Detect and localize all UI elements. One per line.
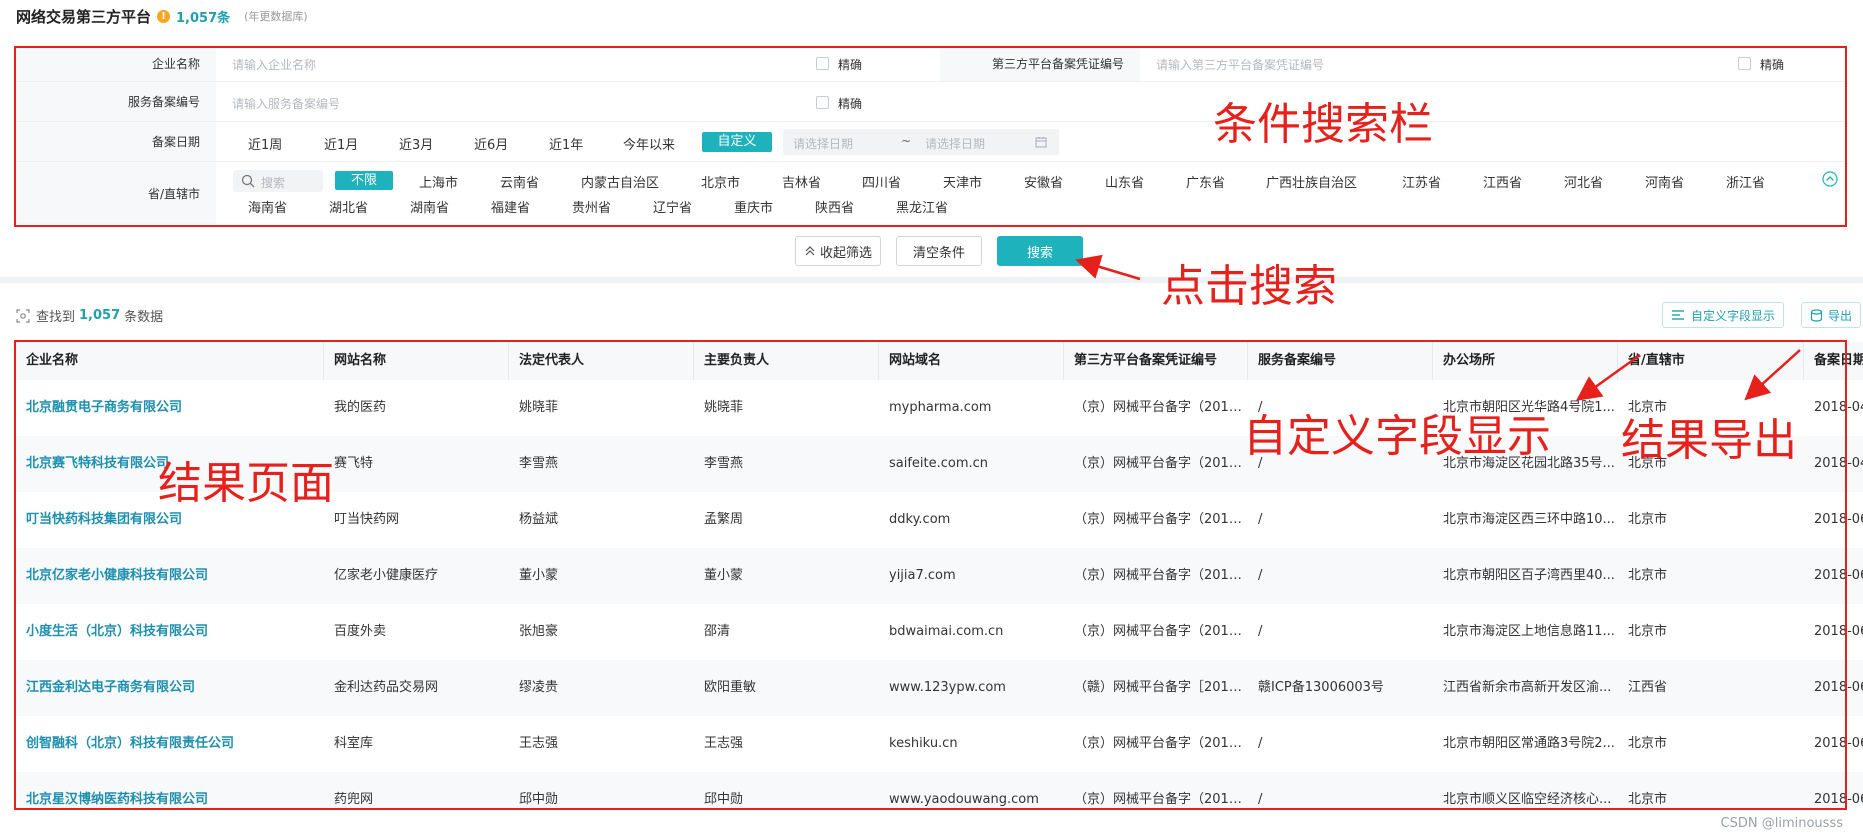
arrow-to-search (1075, 254, 1141, 281)
watermark: CSDN @liminousss (1720, 816, 1843, 831)
annotation-arrows (1075, 254, 1801, 401)
arrow-to-custom-fields (1575, 353, 1641, 401)
arrow-to-export (1744, 349, 1801, 401)
